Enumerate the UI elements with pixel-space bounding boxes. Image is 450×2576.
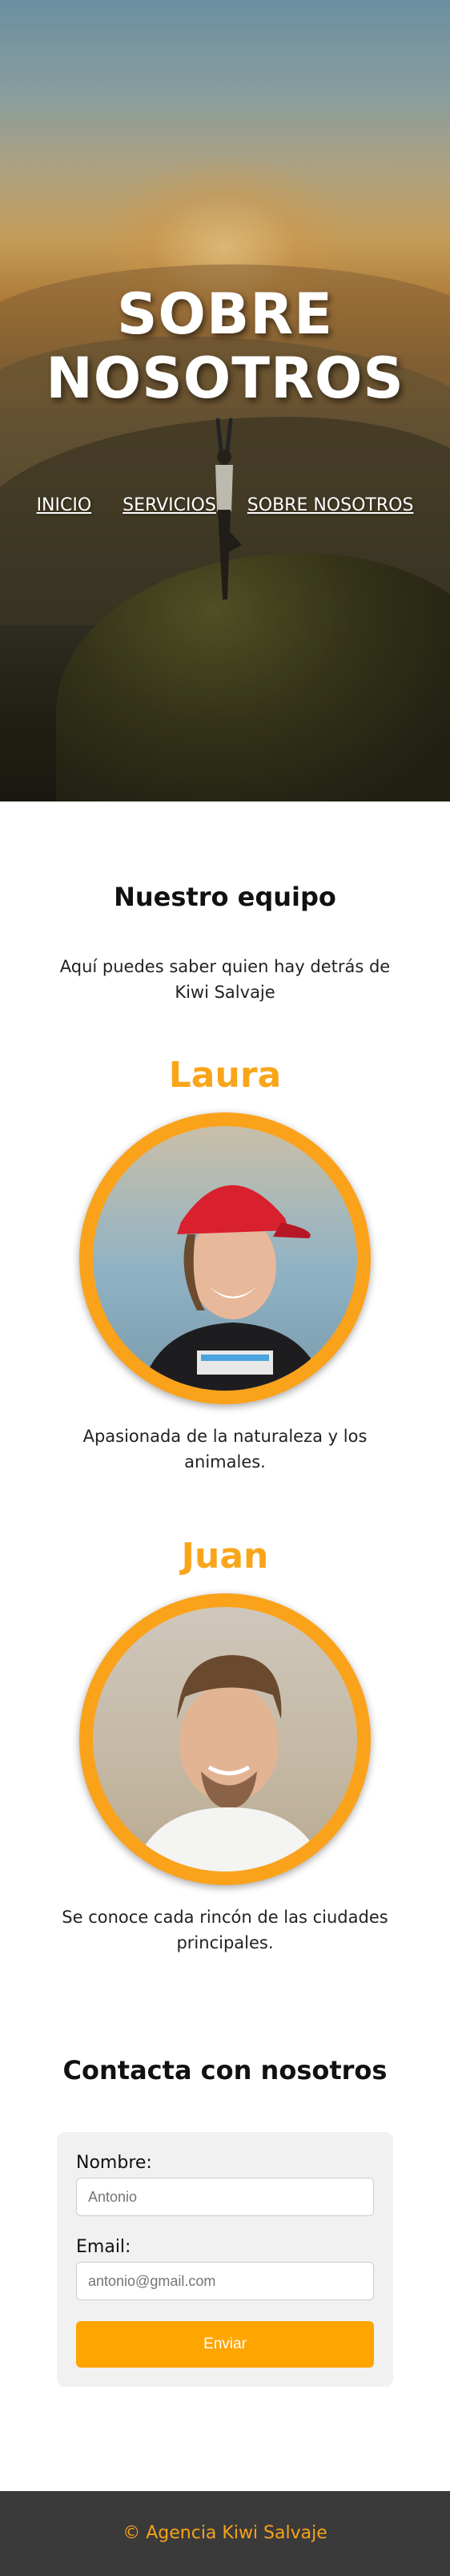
contact-title: Contacta con nosotros bbox=[62, 2055, 388, 2085]
team-member-juan: Juan Se conoce cada rincón de las ciudad… bbox=[0, 1534, 450, 1956]
member-description: Se conoce cada rincón de las ciudades pr… bbox=[62, 1908, 388, 1952]
team-title: Nuestro equipo bbox=[114, 882, 336, 912]
team-intro: Aquí puedes saber quien hay detrás de Ki… bbox=[59, 957, 391, 1002]
avatar bbox=[93, 1607, 357, 1871]
team-member-laura: Laura Apasionada de la naturaleza y los … bbox=[0, 1053, 450, 1475]
contact-section: Contacta con nosotros Nombre: Email: Env… bbox=[0, 2055, 450, 2387]
email-field[interactable] bbox=[76, 2262, 374, 2300]
hero-banner: SOBRE NOSOTROS INICIO SERVICIOS SOBRE NO… bbox=[0, 0, 450, 801]
member-description: Apasionada de la naturaleza y los animal… bbox=[82, 1427, 368, 1472]
page-title-line-1: SOBRE bbox=[117, 281, 333, 347]
member-avatar-frame bbox=[79, 1112, 371, 1404]
nav-link-inicio[interactable]: INICIO bbox=[37, 495, 92, 515]
email-label: Email: bbox=[76, 2237, 131, 2257]
page-title: SOBRE NOSOTROS bbox=[0, 282, 450, 410]
team-section: Nuestro equipo Aquí puedes saber quien h… bbox=[0, 801, 450, 1956]
footer-copyright: © Agencia Kiwi Salvaje bbox=[123, 2523, 327, 2543]
member-avatar-frame bbox=[79, 1593, 371, 1885]
name-label: Nombre: bbox=[76, 2153, 152, 2173]
member-name: Laura bbox=[168, 1055, 282, 1096]
member-name: Juan bbox=[181, 1536, 269, 1577]
send-button[interactable]: Enviar bbox=[76, 2321, 374, 2368]
main-nav: INICIO SERVICIOS SOBRE NOSOTROS bbox=[0, 495, 450, 515]
footer: © Agencia Kiwi Salvaje bbox=[0, 2491, 450, 2576]
name-field[interactable] bbox=[76, 2178, 374, 2216]
nav-link-servicios[interactable]: SERVICIOS bbox=[123, 495, 216, 515]
contact-form: Nombre: Email: Enviar bbox=[57, 2132, 393, 2387]
page-title-line-2: NOSOTROS bbox=[46, 345, 404, 411]
avatar bbox=[93, 1126, 357, 1391]
nav-link-sobre-nosotros[interactable]: SOBRE NOSOTROS bbox=[247, 495, 414, 515]
